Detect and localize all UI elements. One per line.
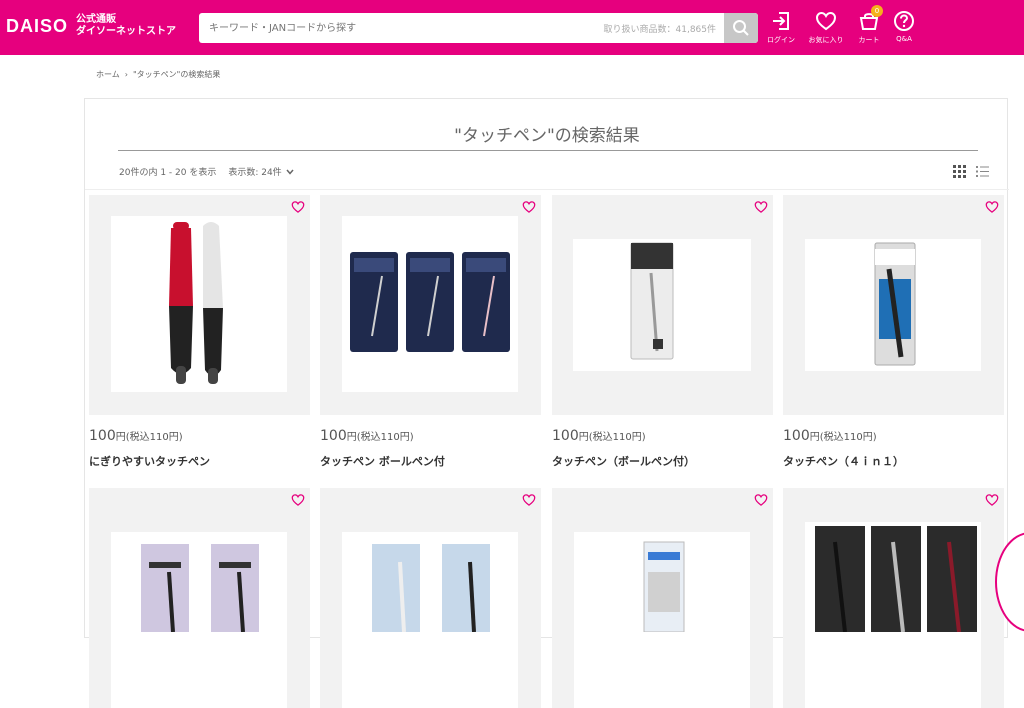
product-photo	[805, 522, 981, 708]
product-image[interactable]	[783, 488, 1004, 708]
product-count: 取り扱い商品数：41,865件	[603, 25, 717, 35]
qa-button[interactable]: Q&A	[882, 10, 926, 43]
favorite-heart-icon[interactable]	[754, 200, 768, 214]
favorite-heart-icon[interactable]	[985, 493, 999, 507]
product-image[interactable]	[552, 488, 773, 708]
header-separator	[85, 189, 1009, 190]
product-image[interactable]	[552, 195, 773, 415]
favorites-label: お気に入り	[808, 36, 844, 44]
logo-subtitle: 公式通販 ダイソーネットストア	[76, 14, 176, 38]
question-icon	[894, 11, 914, 31]
site-header: DAISO 公式通販 ダイソーネットストア 取り扱い商品数：41,865件 ログ…	[0, 0, 1024, 55]
touch-pen-packages-image	[141, 544, 259, 633]
heart-icon	[815, 11, 837, 31]
price-value: 100	[783, 428, 810, 444]
product-image[interactable]	[783, 195, 1004, 415]
touch-pen-blister-image	[643, 541, 685, 633]
result-info: 20件の内 1 - 20 を表示 表示数: 24件	[119, 165, 294, 178]
favorite-heart-icon[interactable]	[522, 493, 536, 507]
login-button[interactable]: ログイン	[759, 10, 803, 45]
breadcrumb-home[interactable]: ホーム	[96, 69, 120, 80]
favorites-button[interactable]: お気に入り	[804, 10, 848, 45]
product-photo	[573, 239, 751, 371]
favorite-heart-icon[interactable]	[522, 200, 536, 214]
touch-pen-ballpoint-packages-image	[350, 252, 510, 352]
price-value: 100	[552, 428, 579, 444]
per-page-select[interactable]: 表示数: 24件	[228, 165, 294, 178]
price-tax: 円(税込110円)	[809, 432, 877, 443]
logo-mark: DAISO	[6, 15, 69, 36]
login-icon	[773, 12, 789, 30]
page-title: "タッチペン"の検索結果	[454, 126, 640, 146]
product-name[interactable]: タッチペン（ボールペン付）	[552, 453, 695, 469]
touch-pen-4in1-package-image	[874, 242, 916, 366]
price-value: 100	[89, 428, 116, 444]
price-value: 100	[320, 428, 347, 444]
product-price: 100円(税込110円)	[89, 428, 183, 444]
per-page-label: 表示数: 24件	[228, 168, 282, 178]
logo-subtitle-line2: ダイソーネットストア	[76, 26, 177, 37]
product-name[interactable]: タッチペン ボールペン付	[320, 453, 445, 469]
price-tax: 円(税込110円)	[115, 432, 183, 443]
breadcrumb-current: "タッチペン"の検索結果	[132, 70, 221, 79]
favorite-heart-icon[interactable]	[291, 493, 305, 507]
daiso-logo[interactable]: DAISO 公式通販 ダイソーネットストア	[6, 14, 176, 38]
product-photo	[574, 532, 750, 708]
favorite-heart-icon[interactable]	[291, 200, 305, 214]
product-photo	[805, 239, 981, 371]
product-image[interactable]	[89, 195, 310, 415]
product-price: 100円(税込110円)	[552, 428, 646, 444]
grid-view-icon[interactable]	[953, 165, 966, 178]
favorite-heart-icon[interactable]	[754, 493, 768, 507]
search-button[interactable]	[724, 13, 758, 43]
product-photo	[111, 216, 287, 392]
cart-label: カート	[858, 36, 880, 44]
touch-pen-blue-packages-image	[372, 544, 490, 633]
view-toggle	[953, 165, 989, 178]
logo-subtitle-line1: 公式通販	[76, 14, 117, 25]
product-image[interactable]	[320, 488, 541, 708]
product-image[interactable]	[320, 195, 541, 415]
product-photo	[342, 532, 518, 708]
product-photo	[342, 216, 518, 392]
price-tax: 円(税込110円)	[578, 432, 646, 443]
product-name[interactable]: にぎりやすいタッチペン	[89, 453, 210, 469]
title-divider	[118, 150, 978, 151]
favorite-heart-icon[interactable]	[985, 200, 999, 214]
product-price: 100円(税込110円)	[320, 428, 414, 444]
product-name[interactable]: タッチペン（４ｉｎ１）	[783, 453, 904, 469]
product-price: 100円(税込110円)	[783, 428, 877, 444]
login-label: ログイン	[767, 36, 795, 44]
search-bar: 取り扱い商品数：41,865件	[199, 13, 758, 43]
result-range: 20件の内 1 - 20 を表示	[119, 168, 217, 178]
touch-pen-ballpoint-set-image	[815, 526, 977, 633]
touch-pen-red-white-image	[169, 222, 223, 384]
qa-label: Q&A	[896, 35, 912, 43]
search-icon	[733, 20, 749, 36]
touch-pen-silver-package-image	[630, 242, 674, 360]
product-photo	[111, 532, 287, 708]
price-tax: 円(税込110円)	[346, 432, 414, 443]
chevron-down-icon	[286, 169, 294, 175]
breadcrumb-separator: ›	[124, 70, 128, 79]
list-view-icon[interactable]	[976, 165, 989, 178]
product-image[interactable]	[89, 488, 310, 708]
breadcrumb: ホーム › "タッチペン"の検索結果	[96, 69, 220, 80]
